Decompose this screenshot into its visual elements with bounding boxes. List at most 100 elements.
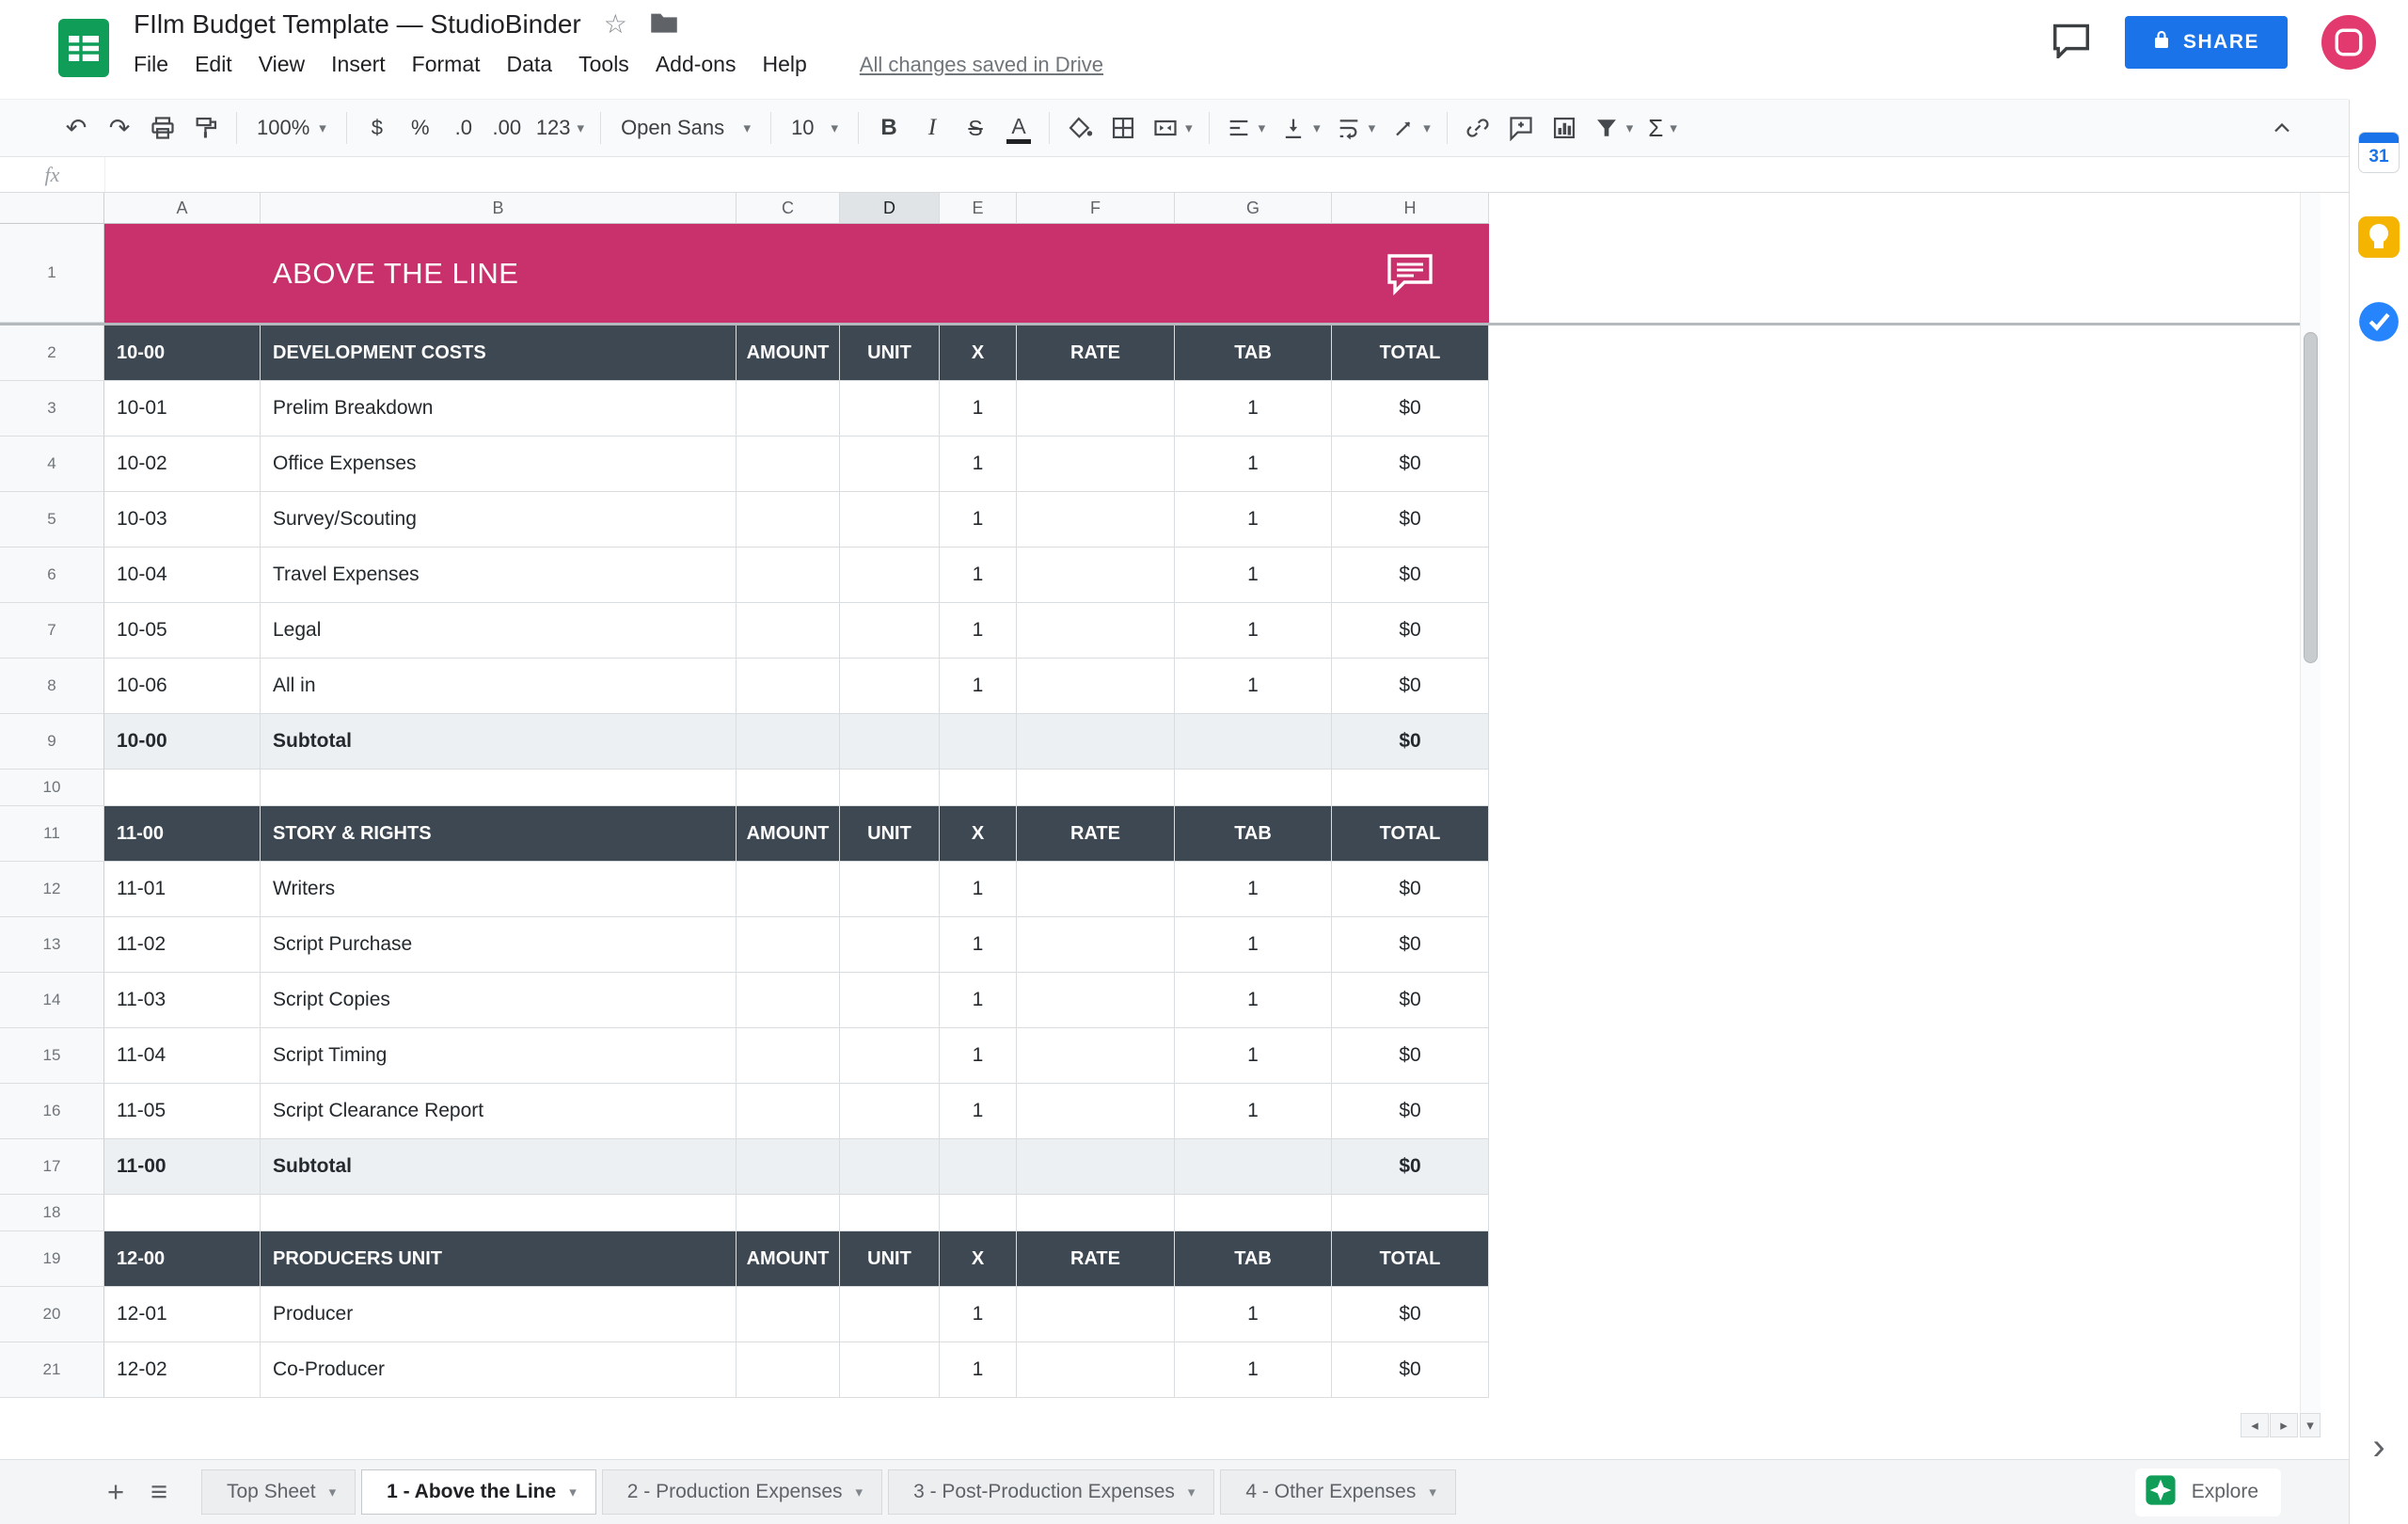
- tab-menu-caret-icon[interactable]: ▾: [569, 1484, 577, 1500]
- column-header-e[interactable]: E: [940, 193, 1017, 224]
- row-header-2[interactable]: 2: [0, 325, 104, 381]
- cell-D12[interactable]: [840, 862, 940, 917]
- cell-C5[interactable]: [737, 492, 840, 548]
- cell-E21[interactable]: 1: [940, 1342, 1017, 1398]
- star-icon[interactable]: ☆: [604, 11, 627, 38]
- column-header-d[interactable]: D: [840, 193, 940, 224]
- cell-A15[interactable]: 11-04: [104, 1028, 261, 1084]
- print-icon[interactable]: [141, 106, 184, 150]
- cell-C3[interactable]: [737, 381, 840, 437]
- cell-E11[interactable]: X: [940, 806, 1017, 862]
- cell-E13[interactable]: 1: [940, 917, 1017, 973]
- cell-D21[interactable]: [840, 1342, 940, 1398]
- cell-A16[interactable]: 11-05: [104, 1084, 261, 1139]
- sheet-tab-1-above-the-line[interactable]: 1 - Above the Line▾: [361, 1469, 596, 1515]
- cell-E12[interactable]: 1: [940, 862, 1017, 917]
- tasks-icon[interactable]: [2358, 301, 2400, 342]
- row-header-14[interactable]: 14: [0, 973, 104, 1028]
- cell-A7[interactable]: 10-05: [104, 603, 261, 659]
- cell-G12[interactable]: 1: [1175, 862, 1332, 917]
- format-currency-button[interactable]: $: [356, 106, 399, 150]
- row-header-1[interactable]: 1: [0, 224, 104, 323]
- text-wrap-icon[interactable]: ▾: [1328, 106, 1384, 150]
- insert-link-icon[interactable]: [1456, 106, 1499, 150]
- cell-E4[interactable]: 1: [940, 437, 1017, 492]
- cell-B9[interactable]: Subtotal: [261, 714, 737, 770]
- cell-F18[interactable]: [1017, 1195, 1175, 1231]
- cell-F16[interactable]: [1017, 1084, 1175, 1139]
- cell-G13[interactable]: 1: [1175, 917, 1332, 973]
- insert-comment-icon[interactable]: [1499, 106, 1543, 150]
- cell-H5[interactable]: $0: [1332, 492, 1489, 548]
- menu-file[interactable]: File: [134, 47, 182, 82]
- cell-G15[interactable]: 1: [1175, 1028, 1332, 1084]
- row-header-16[interactable]: 16: [0, 1084, 104, 1139]
- cell-E14[interactable]: 1: [940, 973, 1017, 1028]
- cell-F7[interactable]: [1017, 603, 1175, 659]
- cell-B20[interactable]: Producer: [261, 1287, 737, 1342]
- row-header-21[interactable]: 21: [0, 1342, 104, 1398]
- cell-F2[interactable]: RATE: [1017, 325, 1175, 381]
- cell-F11[interactable]: RATE: [1017, 806, 1175, 862]
- banner-cell[interactable]: ABOVE THE LINE: [104, 224, 1489, 323]
- cell-F17[interactable]: [1017, 1139, 1175, 1195]
- folder-icon[interactable]: [650, 11, 678, 39]
- cell-D9[interactable]: [840, 714, 940, 770]
- row-header-19[interactable]: 19: [0, 1231, 104, 1287]
- avatar[interactable]: [2321, 15, 2376, 70]
- zoom-select[interactable]: 100% ▾: [246, 106, 338, 150]
- cell-F5[interactable]: [1017, 492, 1175, 548]
- cell-H16[interactable]: $0: [1332, 1084, 1489, 1139]
- formula-input[interactable]: [104, 157, 2349, 192]
- cell-C16[interactable]: [737, 1084, 840, 1139]
- cell-A18[interactable]: [104, 1195, 261, 1231]
- cell-D11[interactable]: UNIT: [840, 806, 940, 862]
- cell-F6[interactable]: [1017, 548, 1175, 603]
- undo-icon[interactable]: ↶: [55, 106, 98, 150]
- row-header-4[interactable]: 4: [0, 437, 104, 492]
- cell-B4[interactable]: Office Expenses: [261, 437, 737, 492]
- keep-icon[interactable]: [2358, 216, 2400, 258]
- borders-icon[interactable]: [1101, 106, 1145, 150]
- cell-D19[interactable]: UNIT: [840, 1231, 940, 1287]
- cell-G10[interactable]: [1175, 770, 1332, 806]
- cell-F4[interactable]: [1017, 437, 1175, 492]
- cell-C2[interactable]: AMOUNT: [737, 325, 840, 381]
- menu-add-ons[interactable]: Add-ons: [642, 47, 750, 82]
- cell-B2[interactable]: DEVELOPMENT COSTS: [261, 325, 737, 381]
- cell-E17[interactable]: [940, 1139, 1017, 1195]
- cell-E19[interactable]: X: [940, 1231, 1017, 1287]
- sheet-tab-2-production-expenses[interactable]: 2 - Production Expenses▾: [602, 1469, 882, 1515]
- cell-G9[interactable]: [1175, 714, 1332, 770]
- cell-F10[interactable]: [1017, 770, 1175, 806]
- tab-menu-caret-icon[interactable]: ▾: [856, 1484, 863, 1500]
- cell-F19[interactable]: RATE: [1017, 1231, 1175, 1287]
- cell-C4[interactable]: [737, 437, 840, 492]
- cell-H14[interactable]: $0: [1332, 973, 1489, 1028]
- cell-A6[interactable]: 10-04: [104, 548, 261, 603]
- decrease-decimal-button[interactable]: .0: [442, 106, 485, 150]
- cell-G6[interactable]: 1: [1175, 548, 1332, 603]
- cell-F21[interactable]: [1017, 1342, 1175, 1398]
- share-button[interactable]: SHARE: [2125, 16, 2288, 69]
- cell-H17[interactable]: $0: [1332, 1139, 1489, 1195]
- cell-H6[interactable]: $0: [1332, 548, 1489, 603]
- cell-C12[interactable]: [737, 862, 840, 917]
- vertical-scrollbar[interactable]: [2300, 193, 2321, 1413]
- row-header-8[interactable]: 8: [0, 659, 104, 714]
- cell-D5[interactable]: [840, 492, 940, 548]
- cell-A19[interactable]: 12-00: [104, 1231, 261, 1287]
- cell-F13[interactable]: [1017, 917, 1175, 973]
- scroll-down-button[interactable]: ▾: [2300, 1413, 2321, 1437]
- column-header-a[interactable]: A: [104, 193, 261, 224]
- fill-color-icon[interactable]: [1058, 106, 1101, 150]
- font-size-select[interactable]: 10 ▾: [780, 106, 849, 150]
- column-header-f[interactable]: F: [1017, 193, 1175, 224]
- increase-decimal-button[interactable]: .00: [485, 106, 529, 150]
- bold-button[interactable]: B: [867, 106, 911, 150]
- cell-C11[interactable]: AMOUNT: [737, 806, 840, 862]
- menu-tools[interactable]: Tools: [565, 47, 642, 82]
- cell-D14[interactable]: [840, 973, 940, 1028]
- row-header-10[interactable]: 10: [0, 770, 104, 806]
- cell-H15[interactable]: $0: [1332, 1028, 1489, 1084]
